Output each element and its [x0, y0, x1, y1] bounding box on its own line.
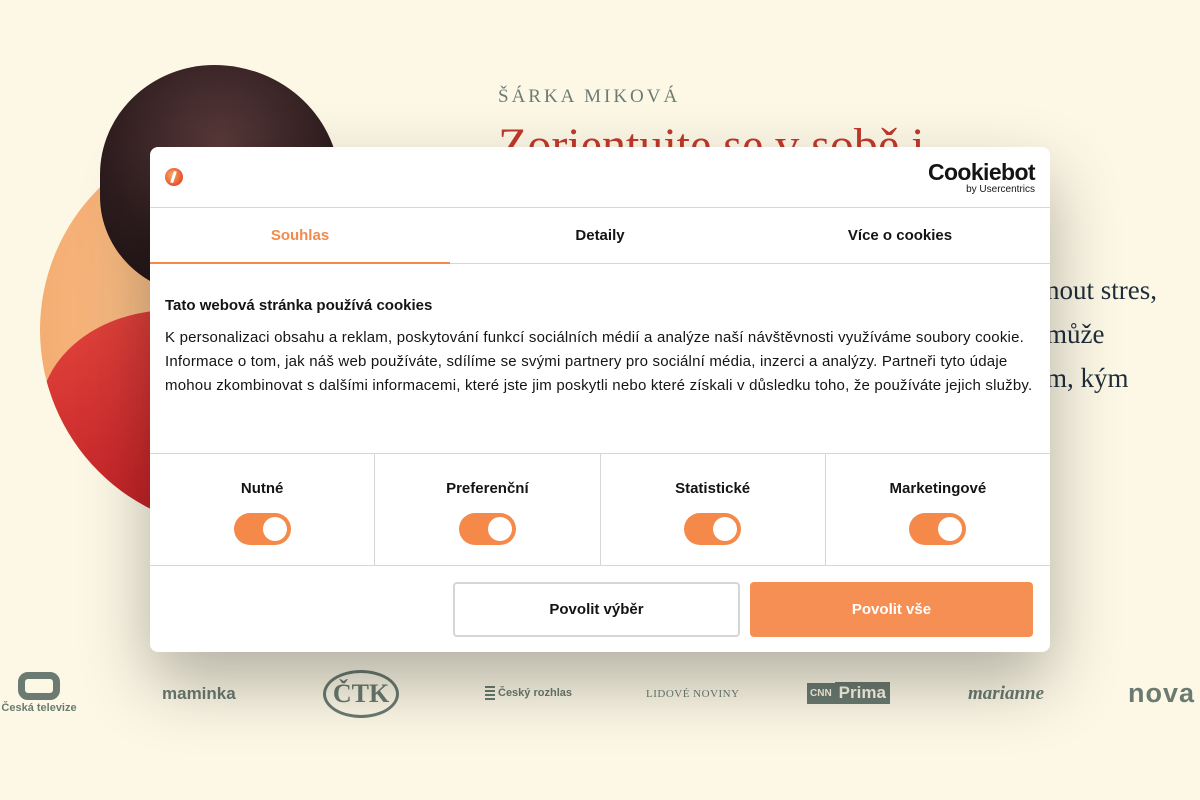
tab-detaily[interactable]: Detaily — [450, 208, 750, 263]
toggle-knob — [938, 517, 963, 541]
dialog-tabs: Souhlas Detaily Více o cookies — [150, 208, 1050, 264]
dialog-title: Tato webová stránka používá cookies — [165, 297, 433, 314]
category-preferencni: Preferenční — [375, 454, 601, 565]
category-label: Nutné — [240, 480, 284, 497]
media-logos: Česká televize maminka ČTK Český rozhlas… — [0, 670, 1200, 720]
ct-mark-icon — [18, 672, 60, 700]
tab-vice-o-cookies[interactable]: Více o cookies — [750, 208, 1050, 263]
category-label: Statistické — [675, 480, 751, 497]
cookie-consent-dialog: Cookiebot by Usercentrics Souhlas Detail… — [150, 147, 1050, 652]
consent-categories: Nutné Preferenční Statistické Marketingo… — [150, 453, 1050, 566]
dialog-actions: Povolit výběr Povolit vše — [150, 566, 1050, 652]
toggle-knob — [487, 517, 512, 541]
ctk-logo: ČTK — [323, 670, 399, 718]
cnn-label: CNN — [807, 682, 835, 704]
toggle-knob — [262, 517, 287, 541]
allow-all-button[interactable]: Povolit vše — [750, 582, 1033, 637]
toggle-marketingove[interactable] — [909, 513, 967, 545]
cesky-rozhlas-logo: Český rozhlas — [485, 686, 572, 700]
author-name: ŠÁRKA MIKOVÁ — [498, 86, 681, 107]
toggle-statisticke[interactable] — [684, 513, 742, 545]
lead-line: m, kým — [1046, 363, 1129, 393]
toggle-preferencni[interactable] — [458, 513, 516, 545]
dialog-header: Cookiebot by Usercentrics — [150, 147, 1050, 208]
category-label: Preferenční — [446, 480, 529, 497]
prima-label: Prima — [834, 682, 890, 704]
category-statisticke: Statistické — [601, 454, 826, 565]
toggle-nutne[interactable] — [233, 513, 291, 545]
rozhlas-bars-icon — [485, 686, 495, 700]
site-logo-icon — [165, 168, 183, 186]
lead-line: nout stres, — [1046, 275, 1157, 305]
cnn-prima-logo: CNN Prima — [807, 682, 890, 704]
category-marketingove: Marketingové — [826, 454, 1050, 565]
marianne-logo: marianne — [968, 683, 1045, 704]
category-label: Marketingové — [889, 480, 987, 497]
maminka-logo: maminka — [162, 684, 236, 703]
cookiebot-logo[interactable]: Cookiebot by Usercentrics — [928, 160, 1036, 196]
dialog-body: Tato webová stránka používá cookies K pe… — [150, 264, 1050, 453]
lead-line: může — [1046, 319, 1105, 349]
category-nutne: Nutné — [150, 454, 376, 565]
lidove-noviny-logo: LIDOVÉ NOVINY — [646, 688, 740, 700]
lead-text: nout stres, může m, kým — [1046, 268, 1157, 400]
tab-souhlas[interactable]: Souhlas — [150, 208, 450, 264]
toggle-knob — [713, 517, 738, 541]
allow-selection-button[interactable]: Povolit výběr — [453, 582, 740, 637]
dialog-description: K personalizaci obsahu a reklam, poskyto… — [165, 329, 1033, 394]
ceska-televize-logo: Česká televize — [0, 672, 78, 714]
nova-logo: nova — [1128, 678, 1196, 708]
